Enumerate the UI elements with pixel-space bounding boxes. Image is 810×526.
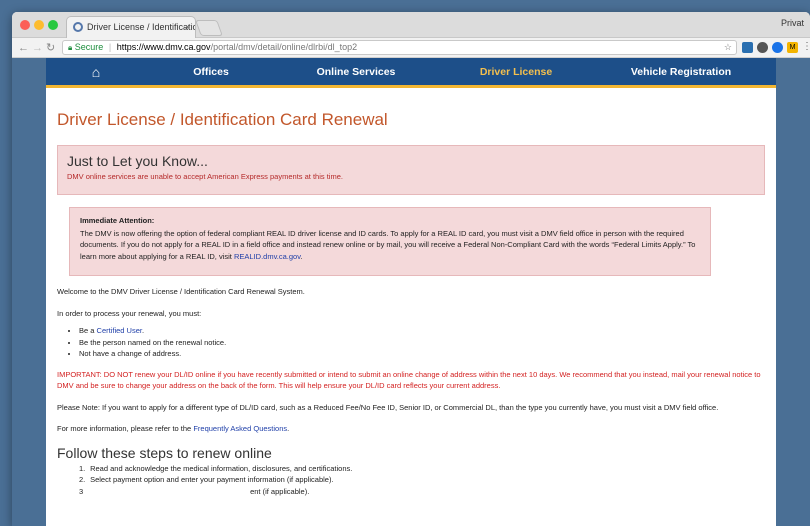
extension-target-icon[interactable] xyxy=(772,42,783,53)
url-path: /portal/dmv/detail/online/dlrbi/dl_top2 xyxy=(210,42,358,52)
close-window-button[interactable] xyxy=(20,20,30,30)
extension-cast-icon[interactable] xyxy=(742,42,753,53)
list-item: 3 ent (if applicable). xyxy=(79,486,765,498)
step-number: 2. xyxy=(79,475,86,484)
bookmark-star-icon[interactable]: ☆ xyxy=(724,41,732,54)
step-text: Select payment option and enter your pay… xyxy=(90,475,334,484)
list-item: 2. Select payment option and enter your … xyxy=(79,474,765,486)
profile-label[interactable]: Privat xyxy=(781,18,804,28)
step-text: Read and acknowledge the medical informa… xyxy=(90,463,353,473)
more-info-prefix: For more information, please refer to th… xyxy=(57,424,192,433)
bullet-prefix: Be a xyxy=(79,326,95,335)
attention-text: The DMV is now offering the option of fe… xyxy=(80,228,696,261)
dmv-page: ⌂ Offices Online Services Driver License… xyxy=(46,58,776,526)
browser-tab[interactable]: Driver License / Identificatio × xyxy=(66,16,196,38)
minimize-window-button[interactable] xyxy=(34,20,44,30)
nav-driver-license[interactable]: Driver License xyxy=(436,66,596,78)
process-intro: In order to process your renewal, you mu… xyxy=(57,308,202,318)
steps-list: 1. Read and acknowledge the medical info… xyxy=(57,463,765,498)
list-item: Be the person named on the renewal notic… xyxy=(79,337,765,349)
list-item: 1. Read and acknowledge the medical info… xyxy=(79,463,765,475)
faq-link[interactable]: Frequently Asked Questions xyxy=(193,424,287,433)
real-id-notice: Immediate Attention: The DMV is now offe… xyxy=(69,207,711,276)
important-warning: IMPORTANT: DO NOT renew your DL/ID onlin… xyxy=(57,369,761,391)
main-content: Driver License / Identification Card Ren… xyxy=(46,110,776,497)
main-nav: ⌂ Offices Online Services Driver License… xyxy=(46,58,776,88)
step-number: 1. xyxy=(79,463,86,473)
certified-user-link[interactable]: Certified User xyxy=(97,326,142,335)
amex-notice: Just to Let you Know... DMV online servi… xyxy=(57,145,765,195)
address-separator: | xyxy=(108,42,112,52)
browser-window: Driver License / Identificatio × Privat … xyxy=(12,12,810,526)
page-title: Driver License / Identification Card Ren… xyxy=(57,110,388,129)
extension-info-icon[interactable] xyxy=(757,42,768,53)
dmv-favicon-icon xyxy=(73,22,83,32)
forward-arrow-icon[interactable]: → xyxy=(32,41,43,55)
page-viewport: ⌂ Offices Online Services Driver License… xyxy=(12,58,810,526)
realid-link[interactable]: REALID.dmv.ca.gov xyxy=(234,252,300,261)
nav-online-services[interactable]: Online Services xyxy=(276,66,436,78)
please-note: Please Note: If you want to apply for a … xyxy=(57,402,719,412)
steps-heading: Follow these steps to renew online xyxy=(57,444,272,461)
address-bar[interactable]: 🔒︎ Secure | https://www.dmv.ca.gov/porta… xyxy=(62,40,737,55)
tab-close-icon[interactable]: × xyxy=(185,17,190,37)
browser-toolbar: ← → ↻ 🔒︎ Secure | https://www.dmv.ca.gov… xyxy=(12,38,810,58)
tab-title: Driver License / Identificatio xyxy=(87,22,196,32)
list-item: Be a Certified User. xyxy=(79,325,765,337)
nav-offices[interactable]: Offices xyxy=(146,66,276,78)
home-icon[interactable]: ⌂ xyxy=(46,64,146,80)
attention-heading: Immediate Attention: xyxy=(80,216,155,225)
back-arrow-icon[interactable]: ← xyxy=(18,41,29,55)
tab-bar: Driver License / Identificatio × Privat xyxy=(12,12,810,38)
lock-icon: 🔒︎ xyxy=(68,43,73,52)
maximize-window-button[interactable] xyxy=(48,20,58,30)
secure-label: Secure xyxy=(74,42,104,52)
new-tab-button[interactable] xyxy=(195,20,223,36)
more-info: For more information, please refer to th… xyxy=(57,423,765,435)
notice-text: DMV online services are unable to accept… xyxy=(67,172,343,181)
requirements-list: Be a Certified User. Be the person named… xyxy=(57,325,765,360)
bullet-suffix: . xyxy=(141,326,145,335)
nav-vehicle-registration[interactable]: Vehicle Registration xyxy=(596,66,766,78)
more-info-suffix: . xyxy=(287,424,290,433)
notice-heading: Just to Let you Know... xyxy=(67,153,208,169)
list-item: Not have a change of address. xyxy=(79,348,765,360)
reload-icon[interactable]: ↻ xyxy=(46,41,55,55)
url-host: https://www.dmv.ca.gov xyxy=(116,42,211,52)
attention-period: . xyxy=(300,251,303,261)
extension-m-icon[interactable]: M xyxy=(787,42,798,53)
step-text: ent (if applicable). xyxy=(250,486,310,496)
step-number: 3 xyxy=(79,486,84,496)
browser-menu-icon[interactable]: ⋮ xyxy=(802,41,810,52)
welcome-text: Welcome to the DMV Driver License / Iden… xyxy=(57,287,305,296)
